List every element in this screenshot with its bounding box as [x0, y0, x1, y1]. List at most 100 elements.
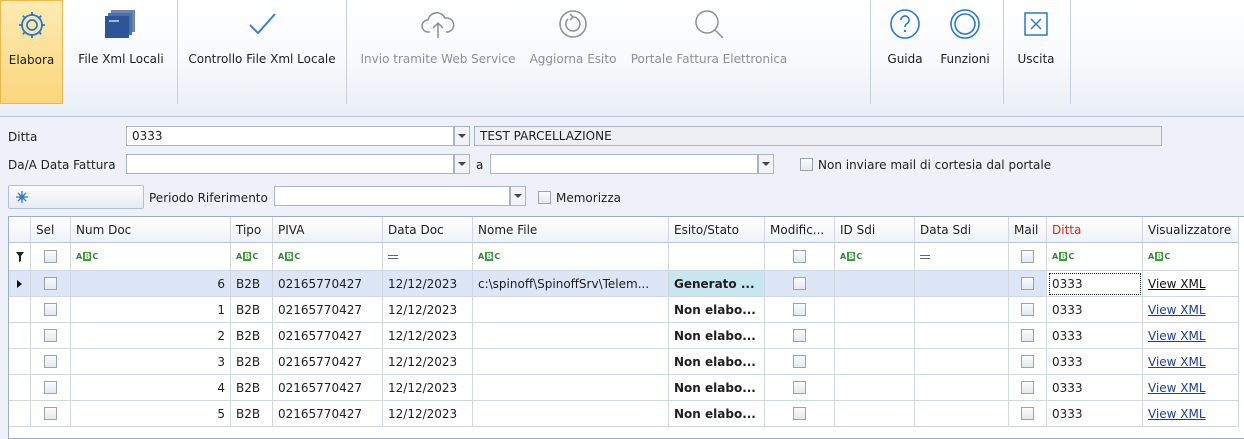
col-header-nome-file[interactable]: Nome File [473, 217, 669, 243]
col-header-visualizzatore[interactable]: Visualizzatore [1143, 217, 1239, 243]
row-sel-cell[interactable] [31, 375, 71, 401]
table-row[interactable]: 1 B2B 02165770427 12/12/2023 Non elabo..… [9, 297, 1244, 323]
data-da-input[interactable] [126, 154, 454, 174]
row-modific-checkbox[interactable] [793, 381, 806, 394]
filter-num-doc[interactable]: ABC [71, 243, 231, 271]
elabora-button[interactable]: Elabora [0, 0, 63, 104]
invio-web-service-button[interactable]: Invio tramite Web Service [355, 0, 521, 104]
filter-modific[interactable] [765, 243, 835, 271]
row-modific-checkbox[interactable] [793, 277, 806, 290]
filter-data-sdi[interactable] [915, 243, 1009, 271]
portale-fattura-button[interactable]: Portale Fattura Elettronica [625, 0, 793, 104]
table-row[interactable]: 3 B2B 02165770427 12/12/2023 Non elabo..… [9, 349, 1244, 375]
aggiorna-esito-button[interactable]: Aggiorna Esito [524, 0, 622, 104]
controllo-file-xml-button[interactable]: Controllo File Xml Locale [182, 0, 342, 104]
row-mail-checkbox[interactable] [1021, 381, 1034, 394]
funzioni-button[interactable]: Funzioni [933, 0, 997, 104]
view-xml-link[interactable]: View XML [1148, 277, 1206, 291]
filter-visualizzatore[interactable]: ABC [1143, 243, 1239, 271]
row-modific[interactable] [765, 349, 835, 375]
row-view-xml-link[interactable]: View XML [1143, 349, 1239, 375]
row-modific[interactable] [765, 323, 835, 349]
row-sel-checkbox[interactable] [44, 329, 57, 342]
file-xml-locali-button[interactable]: File Xml Locali [68, 0, 174, 104]
row-modific[interactable] [765, 271, 835, 297]
filter-piva[interactable]: ABC [273, 243, 383, 271]
row-sel-cell[interactable] [31, 401, 71, 427]
row-modific-checkbox[interactable] [793, 407, 806, 420]
view-xml-link[interactable]: View XML [1148, 381, 1206, 395]
ditta-input[interactable]: 0333 [126, 126, 454, 146]
row-view-xml-link[interactable]: View XML [1143, 297, 1239, 323]
row-sel-cell[interactable] [31, 349, 71, 375]
row-sel-cell[interactable] [31, 297, 71, 323]
row-indicator[interactable] [9, 323, 31, 349]
filter-ditta[interactable]: ABC [1047, 243, 1143, 271]
view-xml-link[interactable]: View XML [1148, 355, 1206, 369]
data-a-dropdown-button[interactable] [758, 154, 774, 174]
filter-id-sdi[interactable]: ABC [835, 243, 915, 271]
row-indicator[interactable] [9, 297, 31, 323]
row-mail-checkbox[interactable] [1021, 303, 1034, 316]
table-row[interactable]: 4 B2B 02165770427 12/12/2023 Non elabo..… [9, 375, 1244, 401]
memorizza-checkbox[interactable] [538, 191, 551, 204]
filter-mail-checkbox[interactable] [1021, 250, 1034, 263]
row-indicator[interactable] [9, 375, 31, 401]
col-header-num-doc[interactable]: Num Doc [71, 217, 231, 243]
data-a-input[interactable] [490, 154, 758, 174]
filter-tipo[interactable]: ABC [231, 243, 273, 271]
filter-nome-file[interactable]: ABC [473, 243, 669, 271]
filter-sel-checkbox[interactable] [44, 250, 57, 263]
row-view-xml-link[interactable]: View XML [1143, 401, 1239, 427]
view-xml-link[interactable]: View XML [1148, 329, 1206, 343]
filter-data-doc[interactable] [383, 243, 473, 271]
row-sel-cell[interactable] [31, 323, 71, 349]
col-header-esito[interactable]: Esito/Stato [669, 217, 765, 243]
row-sel-checkbox[interactable] [44, 303, 57, 316]
row-modific[interactable] [765, 401, 835, 427]
settings-small-button[interactable] [8, 185, 144, 209]
row-modific[interactable] [765, 375, 835, 401]
col-header-mail[interactable]: Mail [1009, 217, 1047, 243]
row-sel-checkbox[interactable] [44, 381, 57, 394]
row-mail[interactable] [1009, 271, 1047, 297]
filter-modific-checkbox[interactable] [793, 250, 806, 263]
table-row[interactable]: 6 B2B 02165770427 12/12/2023 c:\spinoff\… [9, 271, 1244, 297]
col-header-piva[interactable]: PIVA [273, 217, 383, 243]
table-row[interactable]: 2 B2B 02165770427 12/12/2023 Non elabo..… [9, 323, 1244, 349]
row-mail-checkbox[interactable] [1021, 277, 1034, 290]
row-indicator[interactable] [9, 271, 31, 297]
row-sel-cell[interactable] [31, 271, 71, 297]
row-view-xml-link[interactable]: View XML [1143, 323, 1239, 349]
uscita-button[interactable]: Uscita [1010, 0, 1062, 104]
row-indicator[interactable] [9, 401, 31, 427]
row-sel-checkbox[interactable] [44, 355, 57, 368]
row-mail[interactable] [1009, 375, 1047, 401]
row-mail-checkbox[interactable] [1021, 329, 1034, 342]
row-view-xml-link[interactable]: View XML [1143, 375, 1239, 401]
filter-esito[interactable] [669, 243, 765, 271]
col-header-tipo[interactable]: Tipo [231, 217, 273, 243]
col-header-data-sdi[interactable]: Data Sdi [915, 217, 1009, 243]
row-mail-checkbox[interactable] [1021, 355, 1034, 368]
filter-mail[interactable] [1009, 243, 1047, 271]
periodo-input[interactable] [274, 186, 510, 206]
data-da-dropdown-button[interactable] [454, 154, 470, 174]
table-row[interactable]: 5 B2B 02165770427 12/12/2023 Non elabo..… [9, 401, 1244, 427]
row-sel-checkbox[interactable] [44, 407, 57, 420]
col-header-sel[interactable]: Sel [31, 217, 71, 243]
row-modific-checkbox[interactable] [793, 329, 806, 342]
guida-button[interactable]: Guida [882, 0, 928, 104]
col-header-ditta[interactable]: Ditta [1047, 217, 1143, 243]
row-modific-checkbox[interactable] [793, 355, 806, 368]
ditta-dropdown-button[interactable] [454, 126, 470, 146]
filter-sel[interactable] [31, 243, 71, 271]
row-modific[interactable] [765, 297, 835, 323]
row-sel-checkbox[interactable] [44, 277, 57, 290]
col-header-data-doc[interactable]: Data Doc [383, 217, 473, 243]
row-view-xml-link[interactable]: View XML [1143, 271, 1239, 297]
no-mail-checkbox[interactable] [800, 158, 813, 171]
row-mail-checkbox[interactable] [1021, 407, 1034, 420]
periodo-dropdown-button[interactable] [510, 186, 526, 206]
row-mail[interactable] [1009, 349, 1047, 375]
